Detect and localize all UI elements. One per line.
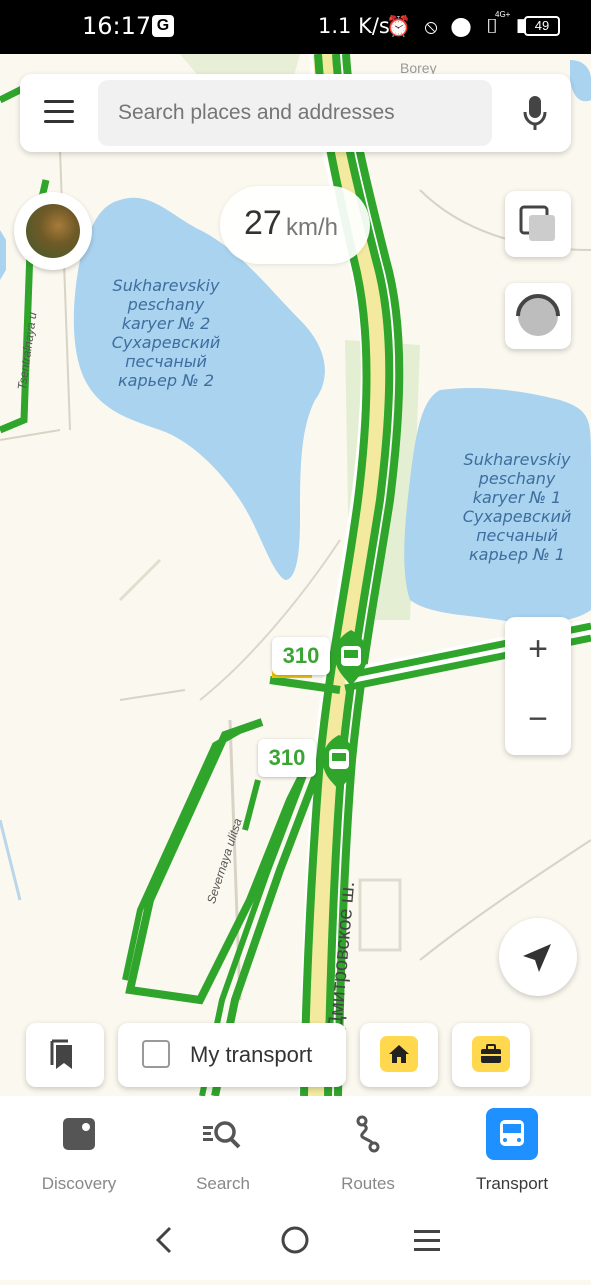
briefcase-icon [472, 1036, 510, 1072]
tab-label: Search [196, 1174, 250, 1193]
traffic-button[interactable] [505, 283, 571, 349]
avatar-photo [26, 204, 80, 258]
bookmarks-button[interactable] [26, 1023, 104, 1087]
tab-bar: Discovery Search Routes Transport [0, 1096, 591, 1208]
zoom-control: + − [505, 617, 571, 755]
layers-icon [519, 205, 555, 241]
home-icon [380, 1036, 418, 1072]
my-transport-toggle[interactable]: My transport [118, 1023, 346, 1087]
home-shortcut-button[interactable] [360, 1023, 438, 1087]
speed-value: 27 [244, 204, 282, 242]
lake-label-karyer-2: Sukharevskiy peschany karyer № 2 Сухарев… [111, 276, 221, 390]
system-nav-bar [0, 1208, 591, 1280]
routes-icon [342, 1108, 394, 1160]
route-badge[interactable]: 310 [258, 739, 316, 777]
traffic-icon [516, 294, 560, 336]
work-shortcut-button[interactable] [452, 1023, 530, 1087]
network-type: 4G+ [495, 10, 511, 19]
bookmark-icon [50, 1039, 72, 1069]
lake-label-karyer-1: Sukharevskiy peschany karyer № 1 Сухарев… [462, 450, 572, 564]
app-notification-icon: G [152, 15, 174, 37]
recent-apps-icon[interactable] [414, 1230, 440, 1251]
battery-indicator: 49 [524, 16, 560, 36]
speed-indicator: 27 km/h [220, 186, 370, 264]
route-badge[interactable]: 310 [272, 637, 330, 675]
status-bar: 16:17 G 1.1 K/s ⏰ ⦸ ⬤ ▯ ▮ 4G+ 49 [0, 0, 591, 54]
tab-label: Routes [341, 1174, 395, 1193]
home-nav-icon[interactable] [281, 1226, 309, 1254]
user-avatar[interactable] [14, 192, 92, 270]
tab-discovery[interactable]: Discovery [9, 1096, 149, 1208]
my-transport-checkbox[interactable] [142, 1040, 170, 1068]
search-icon [197, 1108, 249, 1160]
my-transport-label: My transport [190, 1042, 313, 1067]
bus-icon [486, 1108, 538, 1160]
zoom-in-button[interactable]: + [505, 617, 571, 683]
search-input[interactable] [98, 80, 492, 146]
layers-button[interactable] [505, 191, 571, 257]
zoom-out-button[interactable]: − [505, 687, 571, 753]
discovery-icon [53, 1108, 105, 1160]
status-icons: ⏰ ⦸ ⬤ ▯ ▮ [386, 16, 533, 38]
tab-transport[interactable]: Transport [442, 1096, 582, 1208]
location-arrow-icon [523, 944, 551, 972]
microphone-icon[interactable] [521, 94, 549, 132]
status-time: 16:17 [82, 12, 152, 40]
network-speed: 1.1 K/s [318, 14, 390, 38]
tab-routes[interactable]: Routes [298, 1096, 438, 1208]
back-icon[interactable] [155, 1226, 172, 1254]
menu-icon[interactable] [44, 100, 74, 124]
tab-search[interactable]: Search [153, 1096, 293, 1208]
search-bar [20, 74, 571, 152]
tab-label: Transport [475, 1174, 549, 1193]
tab-label: Discovery [41, 1174, 117, 1193]
speed-unit: km/h [286, 214, 339, 241]
my-location-button[interactable] [499, 918, 577, 996]
